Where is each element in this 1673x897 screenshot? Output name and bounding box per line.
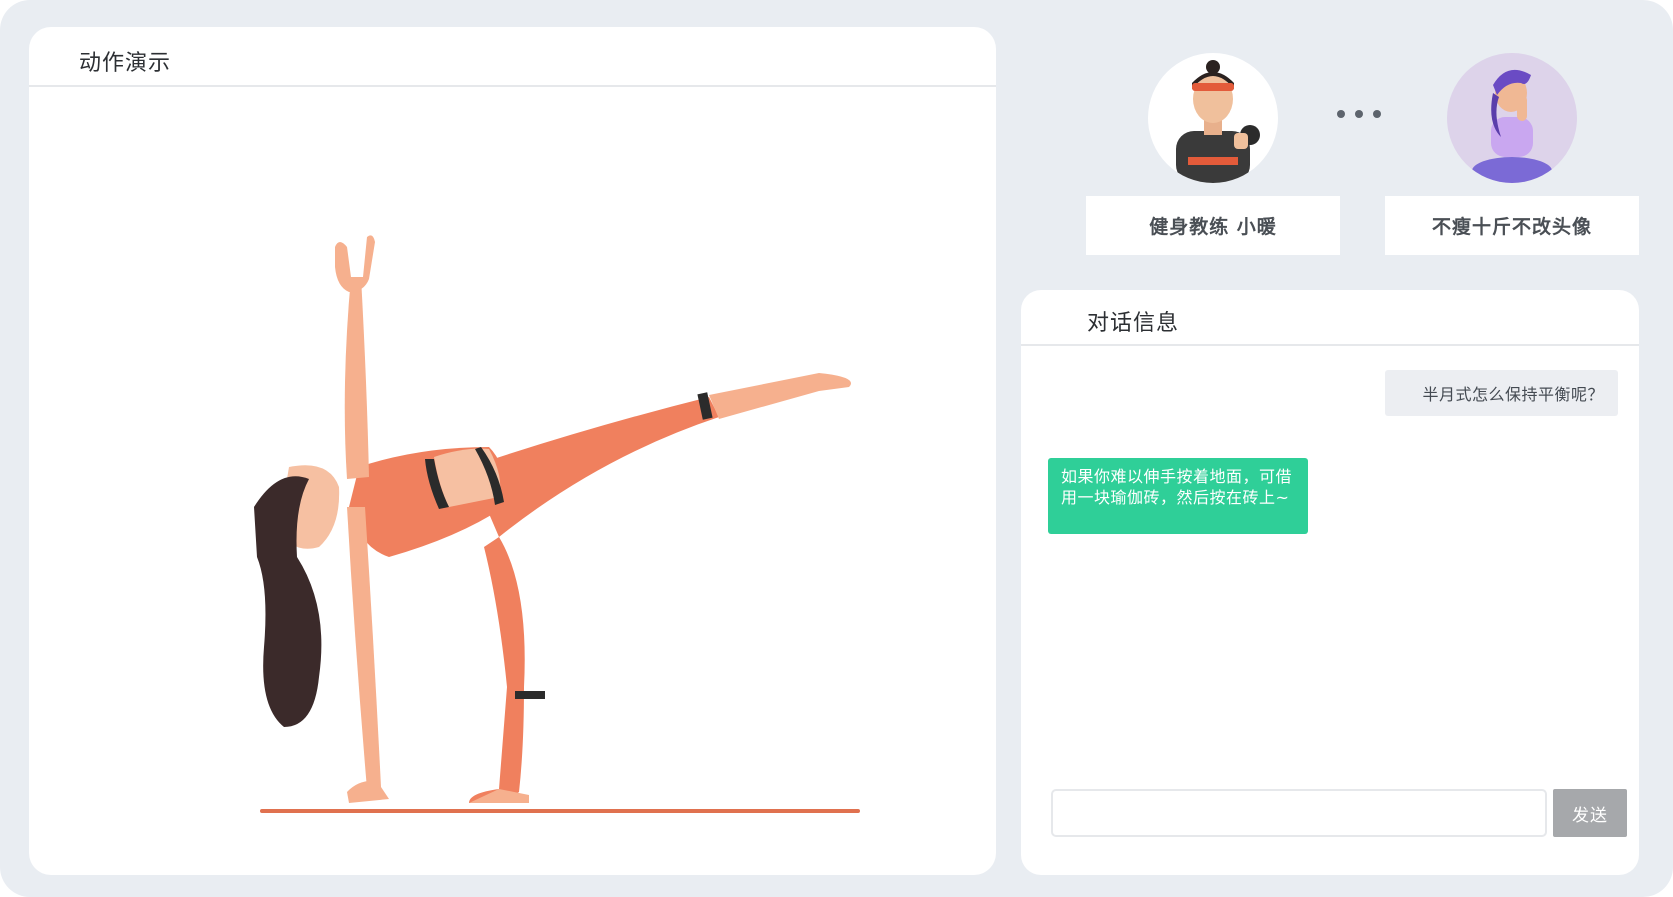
ankle-band — [515, 691, 545, 699]
chat-title: 对话信息 — [1087, 311, 1180, 336]
demo-panel: 动作演示 — [29, 27, 996, 875]
demo-header: 动作演示 — [29, 27, 996, 87]
chat-header: 对话信息 — [1021, 290, 1639, 346]
yoga-demo-illustration — [29, 87, 996, 875]
user-avatar-icon — [1472, 69, 1552, 183]
raised-foot — [709, 373, 851, 419]
raised-leg — [469, 397, 719, 537]
raised-arm — [344, 277, 369, 479]
demo-title: 动作演示 — [79, 51, 172, 76]
user-avatar[interactable] — [1447, 53, 1577, 183]
yoga-mat — [260, 809, 860, 813]
half-moon-pose-figure — [254, 235, 860, 813]
coach-message-bubble: 如果你难以伸手按着地面，可借用一块瑜伽砖，然后按在砖上~ — [1048, 458, 1308, 534]
user-message-bubble: 半月式怎么保持平衡呢？ — [1385, 370, 1618, 416]
raised-hand — [335, 235, 375, 292]
standing-leg — [469, 537, 525, 803]
user-name-card[interactable]: 不瘦十斤不改头像 — [1385, 196, 1639, 255]
lower-hand — [347, 780, 389, 803]
chat-panel: 对话信息 半月式怎么保持平衡呢？ 如果你难以伸手按着地面，可借用一块瑜伽砖，然后… — [1021, 290, 1639, 875]
coach-avatar[interactable] — [1148, 53, 1278, 183]
coach-avatar-icon — [1176, 60, 1260, 183]
message-input[interactable] — [1051, 789, 1547, 837]
app-frame: 动作演示 健身教练 小暖 不瘦十斤不改头像 对话信息 半月式怎么保持平衡呢？ 如… — [0, 0, 1673, 897]
coach-name-card[interactable]: 健身教练 小暖 — [1086, 196, 1340, 255]
send-button[interactable]: 发送 — [1553, 789, 1627, 837]
ellipsis-icon — [1337, 110, 1383, 122]
